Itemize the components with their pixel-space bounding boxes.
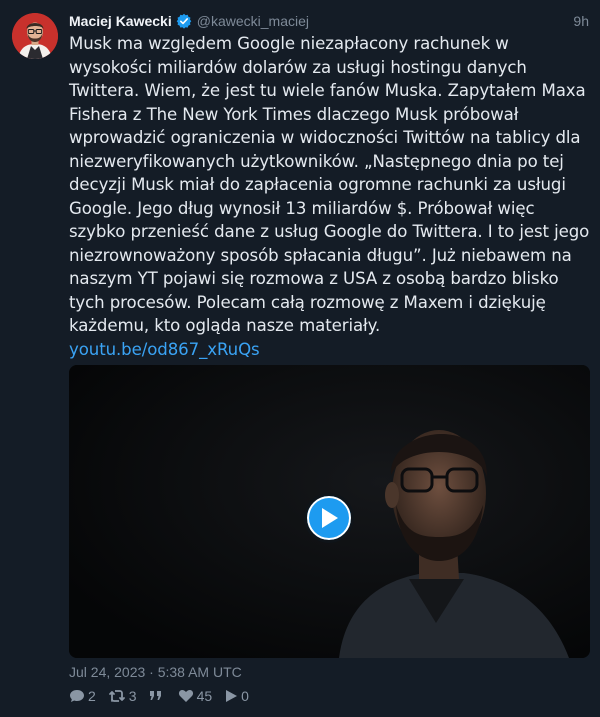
play-count: 0: [241, 688, 249, 704]
tweet-timestamp[interactable]: Jul 24, 2023 · 5:38 AM UTC: [69, 664, 242, 680]
avatar-portrait-icon: [12, 13, 58, 59]
tweet-card: Maciej Kawecki @kawecki_maciej 9h Musk m…: [0, 0, 600, 717]
avatar[interactable]: [12, 13, 58, 59]
heart-icon: [178, 690, 193, 702]
tweet-content: Musk ma względem Google niezapłacony rac…: [69, 32, 590, 361]
like-count: 45: [196, 688, 213, 704]
tweet-link[interactable]: youtu.be/od867_xRuQs: [69, 338, 590, 362]
retweet-count: 3: [128, 688, 137, 704]
tweet-actions: 2 3 45 0: [69, 688, 261, 704]
views-button[interactable]: 0: [224, 688, 249, 704]
author-display-name[interactable]: Maciej Kawecki: [69, 13, 172, 29]
comment-icon: [70, 690, 84, 702]
author-handle[interactable]: @kawecki_maciej: [197, 13, 309, 29]
like-button[interactable]: 45: [178, 688, 213, 704]
quote-icon: [149, 691, 161, 700]
retweet-icon: [108, 690, 125, 702]
reply-count: 2: [88, 688, 96, 704]
play-button[interactable]: [304, 493, 354, 543]
tweet-header: Maciej Kawecki @kawecki_maciej 9h: [69, 11, 589, 31]
play-icon: [322, 508, 338, 528]
reply-button[interactable]: 2: [69, 688, 96, 704]
verified-badge-icon: [176, 13, 192, 29]
play-count-icon: [226, 690, 238, 702]
retweet-button[interactable]: 3: [108, 688, 137, 704]
tweet-text: Musk ma względem Google niezapłacony rac…: [69, 34, 590, 335]
relative-time[interactable]: 9h: [573, 13, 589, 29]
quote-button[interactable]: [149, 690, 166, 702]
